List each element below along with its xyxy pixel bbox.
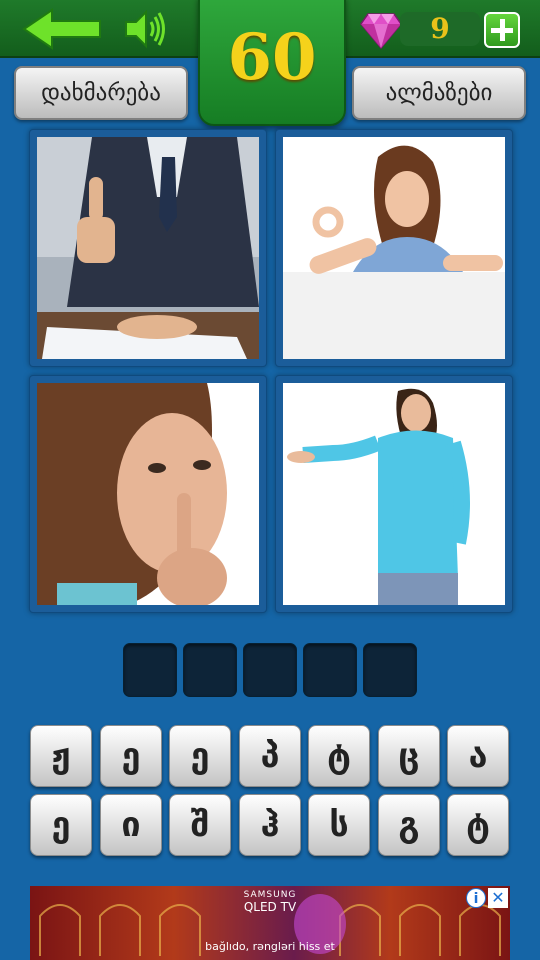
ad-banner[interactable]: SAMSUNG QLED TV bağlıdo, rəngləri hiss e…: [30, 886, 510, 960]
woman-ok-gesture-picture: [283, 137, 505, 359]
letter-key[interactable]: ს: [308, 794, 370, 856]
letter-key[interactable]: ე: [169, 725, 231, 787]
speaker-icon[interactable]: [124, 8, 168, 50]
letter-key[interactable]: პ: [239, 725, 301, 787]
gem-count: 9: [430, 12, 450, 45]
letter-key[interactable]: ჟ: [30, 725, 92, 787]
letter-key[interactable]: ა: [447, 725, 509, 787]
letter-key[interactable]: ე: [100, 725, 162, 787]
ad-caption: bağlıdo, rəngləri hiss et: [205, 940, 335, 953]
letter-key[interactable]: ტ: [308, 725, 370, 787]
ad-brand: SAMSUNG: [243, 890, 297, 900]
gems-button[interactable]: ალმაზები: [352, 66, 526, 120]
answer-slot-4[interactable]: [303, 643, 357, 697]
answer-slot-2[interactable]: [183, 643, 237, 697]
picture-tile-4[interactable]: [275, 375, 513, 613]
ad-product: QLED TV: [243, 900, 297, 914]
answer-slot-1[interactable]: [123, 643, 177, 697]
woman-shush-gesture-picture: [37, 383, 259, 605]
man-thumbs-up-picture: [37, 137, 259, 359]
letter-key[interactable]: ტ: [447, 794, 509, 856]
answer-slot-5[interactable]: [363, 643, 417, 697]
ad-close-icon[interactable]: ✕: [488, 888, 508, 908]
picture-tile-3[interactable]: [29, 375, 267, 613]
ad-info-icon[interactable]: i: [466, 888, 486, 908]
level-number: 60: [227, 20, 317, 95]
add-gems-plus-icon[interactable]: [484, 12, 520, 48]
level-badge: 60: [198, 0, 346, 126]
letter-key[interactable]: შ: [169, 794, 231, 856]
hint-button[interactable]: დახმარება: [14, 66, 188, 120]
answer-slot-3[interactable]: [243, 643, 297, 697]
letter-key[interactable]: ჰ: [239, 794, 301, 856]
letter-key[interactable]: გ: [378, 794, 440, 856]
picture-tile-1[interactable]: [29, 129, 267, 367]
back-arrow-icon[interactable]: [22, 8, 102, 50]
letter-key[interactable]: ი: [100, 794, 162, 856]
letter-key[interactable]: ც: [378, 725, 440, 787]
picture-tile-2[interactable]: [275, 129, 513, 367]
letter-key[interactable]: ე: [30, 794, 92, 856]
diamond-icon: [360, 10, 402, 50]
woman-presenting-gesture-picture: [283, 383, 505, 605]
